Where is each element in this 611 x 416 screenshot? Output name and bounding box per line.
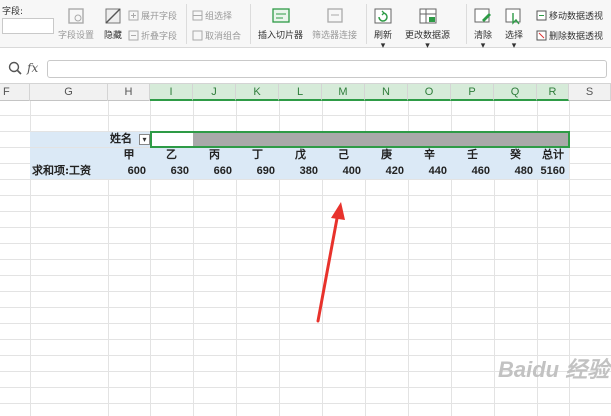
datasource-icon bbox=[417, 6, 439, 26]
clear-icon bbox=[472, 6, 494, 26]
filter-connection-button[interactable]: 筛选器连接 bbox=[312, 6, 357, 41]
column-header[interactable]: M bbox=[322, 84, 365, 101]
watermark-text: Baidu 经验 bbox=[498, 357, 610, 382]
field-settings-button[interactable]: 字段设置 bbox=[58, 6, 94, 41]
column-header[interactable]: L bbox=[279, 84, 322, 101]
ribbon-divider bbox=[366, 4, 367, 44]
column-header[interactable]: F bbox=[0, 84, 30, 101]
change-datasource-label: 更改数据源 bbox=[405, 31, 451, 41]
ribbon-divider bbox=[250, 4, 251, 44]
hide-button[interactable]: 隐藏 bbox=[102, 6, 124, 41]
select-dropdown-icon: ▾ bbox=[511, 41, 517, 51]
delete-pivot-label: 删除数据透视 bbox=[549, 32, 604, 42]
slicer-icon bbox=[270, 6, 292, 26]
ungroup-label: 取消组合 bbox=[205, 32, 242, 42]
move-pivot-button[interactable]: 移动数据透视 bbox=[536, 9, 603, 22]
formula-input[interactable] bbox=[47, 60, 607, 78]
ribbon-divider bbox=[466, 4, 467, 44]
expand-icon bbox=[128, 10, 139, 21]
ungroup-icon bbox=[192, 30, 203, 41]
change-datasource-button[interactable]: 更改数据源 ▾ bbox=[405, 6, 450, 51]
ungroup-button[interactable]: 取消组合 bbox=[192, 29, 241, 42]
column-header[interactable]: O bbox=[408, 84, 451, 101]
datasource-dropdown-icon: ▾ bbox=[425, 41, 430, 51]
refresh-label: 刷新 bbox=[373, 31, 392, 41]
field-settings-icon bbox=[65, 6, 87, 26]
expand-field-label: 展开字段 bbox=[141, 12, 178, 22]
active-field-input[interactable] bbox=[2, 18, 54, 34]
select-label: 选择 bbox=[504, 31, 523, 41]
column-header[interactable]: P bbox=[451, 84, 494, 101]
insert-slicer-label: 插入切片器 bbox=[258, 31, 304, 41]
column-header[interactable]: R bbox=[537, 84, 569, 101]
hide-label: 隐藏 bbox=[103, 31, 122, 41]
column-header[interactable]: H bbox=[108, 84, 150, 101]
select-button[interactable]: 选择 ▾ bbox=[503, 6, 525, 51]
filter-connection-icon bbox=[324, 6, 346, 26]
group-icon bbox=[192, 10, 203, 21]
collapse-icon bbox=[128, 30, 139, 41]
column-header[interactable]: K bbox=[236, 84, 279, 101]
clear-label: 清除 bbox=[473, 31, 492, 41]
refresh-button[interactable]: 刷新 ▾ bbox=[372, 6, 394, 51]
field-label: 字段: bbox=[2, 7, 24, 17]
group-selection-button[interactable]: 组选择 bbox=[192, 9, 232, 22]
field-settings-label: 字段设置 bbox=[58, 31, 95, 41]
baidu-watermark: Baidu 经验 bbox=[498, 352, 609, 384]
filter-connection-label: 筛选器连接 bbox=[312, 31, 358, 41]
collapse-field-button[interactable]: 折叠字段 bbox=[128, 29, 177, 42]
expand-field-button[interactable]: 展开字段 bbox=[128, 9, 177, 22]
refresh-dropdown-icon: ▾ bbox=[380, 41, 386, 51]
column-header[interactable]: N bbox=[365, 84, 408, 101]
pivot-ribbon: 字段: 字段设置 隐藏 展开字段 折叠字段 组选择 取消组合 插入切片器 筛选器… bbox=[0, 0, 611, 51]
column-header[interactable]: Q bbox=[494, 84, 537, 101]
worksheet-grid[interactable]: 姓名 ▾ 甲 乙 丙 丁 戊 己 庚 辛 壬 癸 总计 求和项:工资 600 6… bbox=[0, 101, 611, 416]
refresh-icon bbox=[372, 6, 394, 26]
formula-bar: fx bbox=[0, 58, 611, 80]
column-header[interactable]: I bbox=[150, 84, 193, 101]
ribbon-divider bbox=[186, 4, 187, 44]
collapse-field-label: 折叠字段 bbox=[141, 32, 178, 42]
fx-icon[interactable]: fx bbox=[27, 61, 38, 75]
column-headers: F G H I J K L M N O P Q R S bbox=[0, 83, 611, 101]
clear-button[interactable]: 清除 ▾ bbox=[472, 6, 494, 51]
delete-pivot-icon bbox=[536, 30, 547, 41]
group-selection-label: 组选择 bbox=[205, 12, 233, 22]
column-header[interactable]: J bbox=[193, 84, 236, 101]
column-header[interactable]: G bbox=[30, 84, 108, 101]
move-pivot-label: 移动数据透视 bbox=[549, 12, 604, 22]
insert-slicer-button[interactable]: 插入切片器 bbox=[258, 6, 303, 41]
hide-icon bbox=[102, 6, 124, 26]
zoom-icon[interactable] bbox=[8, 61, 22, 78]
select-icon bbox=[503, 6, 525, 26]
clear-dropdown-icon: ▾ bbox=[480, 41, 486, 51]
column-header[interactable]: S bbox=[569, 84, 611, 101]
delete-pivot-button[interactable]: 删除数据透视 bbox=[536, 29, 603, 42]
move-pivot-icon bbox=[536, 10, 547, 21]
